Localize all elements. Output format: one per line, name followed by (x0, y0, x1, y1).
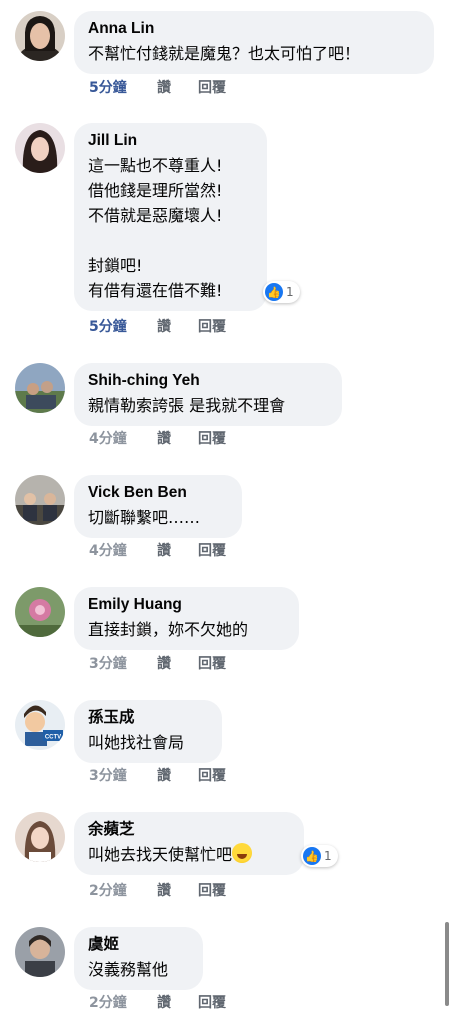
comment-bubble: Vick Ben Ben 切斷聯繫吧…… (74, 475, 242, 538)
reaction-number: 1 (324, 849, 332, 863)
timestamp-link[interactable]: 2分鐘 (89, 882, 127, 900)
comment-text: 這一點也不尊重人! 借他錢是理所當然! 不借就是惡魔壞人! 封鎖吧! 有借有還在… (88, 156, 223, 300)
reply-link[interactable]: 回覆 (198, 767, 226, 785)
comment-text: 切斷聯繫吧…… (88, 508, 201, 527)
comment-bubble: 孫玉成 叫她找社會局 (74, 700, 222, 763)
comment-text: 叫她去找天使幫忙吧 (88, 842, 290, 867)
scrollbar[interactable] (445, 922, 449, 1006)
avatar[interactable]: CCTV (15, 700, 65, 750)
commenter-name[interactable]: Jill Lin (88, 131, 253, 151)
comment-text-body: 叫她去找天使幫忙吧 (88, 845, 233, 864)
timestamp-link[interactable]: 3分鐘 (89, 655, 127, 673)
comment-text: 親情勒索誇張 是我就不理會 (88, 396, 286, 415)
reply-link[interactable]: 回覆 (198, 79, 226, 97)
reply-link[interactable]: 回覆 (198, 318, 226, 336)
like-link[interactable]: 讚 (157, 318, 171, 336)
comment-bubble: 虞姬 沒義務幫他 (74, 927, 203, 990)
like-link[interactable]: 讚 (157, 882, 171, 900)
commenter-name[interactable]: Emily Huang (88, 595, 285, 615)
avatar[interactable] (15, 11, 65, 61)
avatar[interactable] (15, 363, 65, 413)
comment-text: 沒義務幫他 (88, 960, 169, 979)
like-link[interactable]: 讚 (157, 655, 171, 673)
comment-bubble: Emily Huang 直接封鎖，妳不欠她的 (74, 587, 299, 650)
timestamp-link[interactable]: 4分鐘 (89, 542, 127, 560)
comment-bubble: Jill Lin 這一點也不尊重人! 借他錢是理所當然! 不借就是惡魔壞人! 封… (74, 123, 267, 311)
comment-bubble: Shih-ching Yeh 親情勒索誇張 是我就不理會 (74, 363, 342, 426)
reaction-count[interactable]: 👍 1 (263, 281, 300, 303)
commenter-name[interactable]: 虞姬 (88, 935, 189, 955)
rolling-laughing-emoji-icon (232, 843, 253, 863)
reaction-number: 1 (286, 285, 294, 299)
reaction-count[interactable]: 👍 1 (301, 845, 338, 867)
reply-link[interactable]: 回覆 (198, 655, 226, 673)
like-link[interactable]: 讚 (157, 542, 171, 560)
reply-link[interactable]: 回覆 (198, 882, 226, 900)
avatar[interactable] (15, 475, 65, 525)
thumbs-up-icon: 👍 (303, 847, 321, 865)
commenter-name[interactable]: Shih-ching Yeh (88, 371, 328, 391)
comment-text: 不幫忙付錢就是魔鬼？也太可怕了吧！ (88, 44, 361, 63)
commenter-name[interactable]: Anna Lin (88, 19, 420, 39)
timestamp-link[interactable]: 4分鐘 (89, 430, 127, 448)
svg-text:CCTV: CCTV (45, 735, 61, 741)
reply-link[interactable]: 回覆 (198, 430, 226, 448)
thumbs-up-icon: 👍 (265, 283, 283, 301)
like-link[interactable]: 讚 (157, 430, 171, 448)
reply-link[interactable]: 回覆 (198, 542, 226, 560)
reply-link[interactable]: 回覆 (198, 994, 226, 1012)
timestamp-link[interactable]: 5分鐘 (89, 79, 127, 97)
comment-text: 叫她找社會局 (88, 733, 185, 752)
like-link[interactable]: 讚 (157, 994, 171, 1012)
timestamp-link[interactable]: 2分鐘 (89, 994, 127, 1012)
commenter-name[interactable]: Vick Ben Ben (88, 483, 228, 503)
commenter-name[interactable]: 孫玉成 (88, 708, 208, 728)
commenter-name[interactable]: 余蘋芝 (88, 820, 290, 840)
timestamp-link[interactable]: 5分鐘 (89, 318, 127, 336)
comment-bubble: Anna Lin 不幫忙付錢就是魔鬼？也太可怕了吧！ (74, 11, 434, 74)
avatar[interactable] (15, 812, 65, 862)
like-link[interactable]: 讚 (157, 79, 171, 97)
timestamp-link[interactable]: 3分鐘 (89, 767, 127, 785)
avatar[interactable] (15, 587, 65, 637)
comment-text: 直接封鎖，妳不欠她的 (88, 620, 249, 639)
comment-bubble: 余蘋芝 叫她去找天使幫忙吧 (74, 812, 304, 875)
like-link[interactable]: 讚 (157, 767, 171, 785)
avatar[interactable] (15, 123, 65, 173)
avatar[interactable] (15, 927, 65, 977)
